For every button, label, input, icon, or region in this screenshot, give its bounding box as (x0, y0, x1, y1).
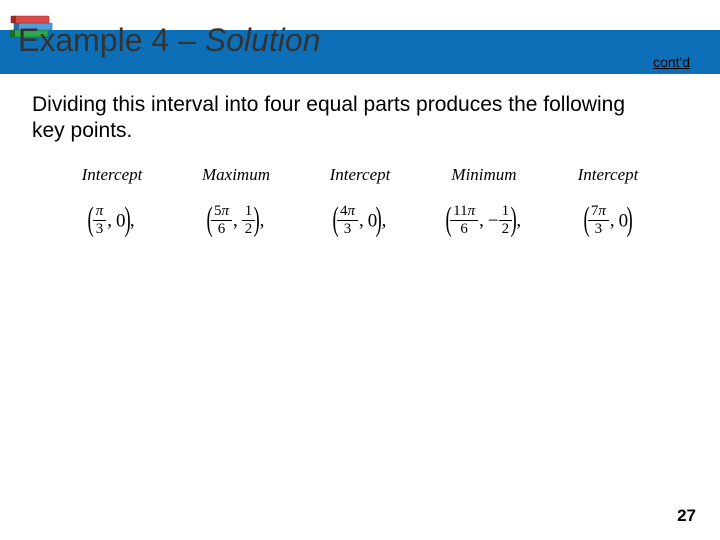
body-text: Dividing this interval into four equal p… (32, 92, 632, 145)
page-number: 27 (677, 506, 696, 526)
point-value: (7π3,0) (546, 203, 670, 241)
point-value: (11π6,−12), (422, 203, 546, 241)
key-point-col: Minimum (11π6,−12), (422, 165, 546, 241)
point-value: (4π3,0), (298, 203, 422, 241)
slide-title: Example 4 – Solution (18, 22, 320, 59)
key-point-col: Intercept (7π3,0) (546, 165, 670, 241)
point-value: (5π6,12), (174, 203, 298, 241)
point-label: Maximum (174, 165, 298, 185)
key-point-col: Intercept (π3,0), (50, 165, 174, 241)
point-label: Intercept (546, 165, 670, 185)
key-point-col: Maximum (5π6,12), (174, 165, 298, 241)
point-label: Intercept (298, 165, 422, 185)
point-value: (π3,0), (50, 203, 174, 241)
key-points-row: Intercept(π3,0),Maximum(5π6,12),Intercep… (50, 165, 670, 241)
continued-label: cont'd (653, 54, 690, 70)
title-prefix: Example 4 – (18, 22, 205, 58)
point-label: Intercept (50, 165, 174, 185)
title-solution: Solution (205, 22, 321, 58)
key-point-col: Intercept (4π3,0), (298, 165, 422, 241)
point-label: Minimum (422, 165, 546, 185)
